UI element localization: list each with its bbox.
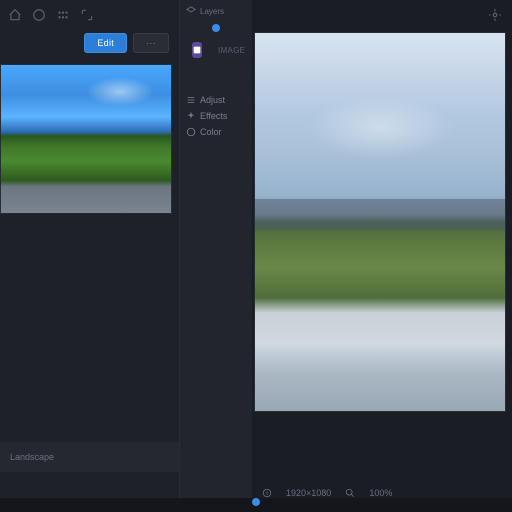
sliders-icon	[186, 95, 196, 105]
layers-title: Layers	[200, 7, 224, 16]
main-canvas-image[interactable]	[254, 32, 506, 412]
layer-chip[interactable]	[192, 42, 202, 58]
image-dimensions: 1920×1080	[286, 488, 331, 498]
more-button[interactable]: ···	[133, 33, 169, 53]
circle-icon[interactable]	[32, 8, 46, 22]
left-footer: Landscape	[0, 442, 179, 472]
left-canvas-wrap	[0, 64, 179, 222]
playhead-dot[interactable]	[252, 498, 260, 506]
panel-section-effects[interactable]: Effects	[186, 108, 246, 124]
section-label: Color	[200, 127, 222, 137]
layer-tag: IMAGE	[212, 44, 251, 57]
left-toolbar	[0, 0, 179, 30]
zoom-level: 100%	[369, 488, 392, 498]
settings-icon[interactable]	[488, 8, 502, 22]
thumbnail-image[interactable]	[0, 64, 172, 214]
left-header: Edit ···	[0, 30, 179, 56]
edit-button[interactable]: Edit	[84, 33, 127, 53]
palette-icon	[186, 127, 196, 137]
panel-section-color[interactable]: Color	[186, 124, 246, 140]
expand-icon[interactable]	[80, 8, 94, 22]
section-label: Adjust	[200, 95, 225, 105]
info-icon	[262, 488, 272, 498]
right-top-bar	[252, 0, 512, 30]
footer-label: Landscape	[10, 452, 54, 462]
sparkle-icon	[186, 111, 196, 121]
layers-header: Layers	[180, 4, 252, 18]
zoom-icon	[345, 488, 355, 498]
section-label: Effects	[200, 111, 227, 121]
layers-panel: Layers IMAGE Adjust Effects	[180, 0, 252, 512]
home-icon[interactable]	[8, 8, 22, 22]
active-indicator-dot	[212, 24, 220, 32]
main-canvas-wrap	[252, 30, 512, 474]
layers-icon	[186, 6, 196, 16]
grip-icon[interactable]	[56, 8, 70, 22]
panel-section-adjust[interactable]: Adjust	[186, 92, 246, 108]
